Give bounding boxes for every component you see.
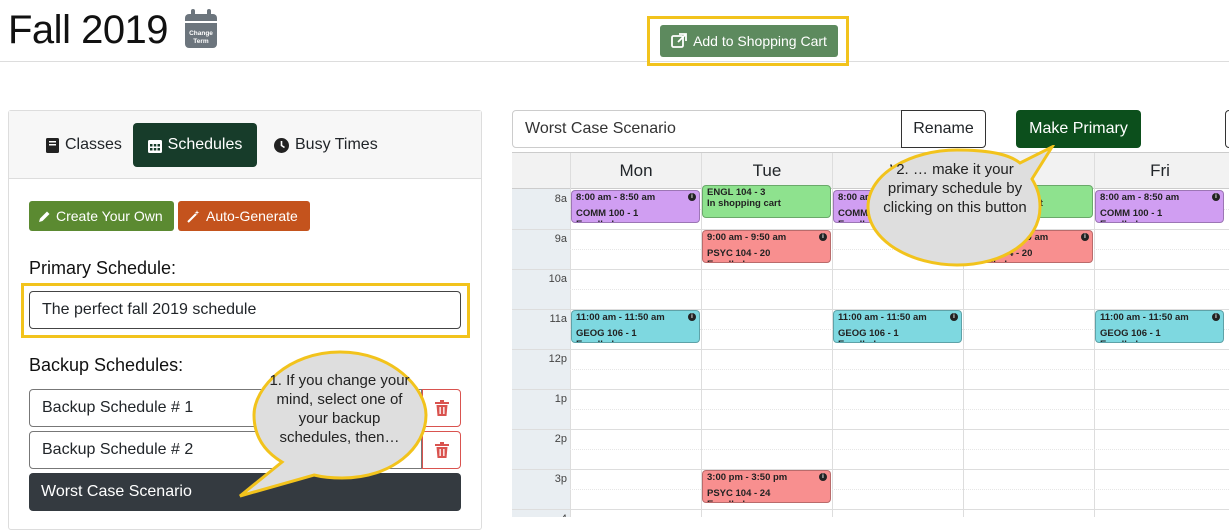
add-to-cart-label: Add to Shopping Cart bbox=[693, 33, 827, 49]
callout-text-left: 1. If you change your mind, select one o… bbox=[269, 372, 410, 446]
event-time: 11:00 am - 11:50 am bbox=[576, 312, 665, 323]
event-time: 3:00 pm - 3:50 pm bbox=[707, 472, 788, 483]
tab-schedules[interactable]: Schedules bbox=[133, 123, 257, 167]
tab-classes-label: Classes bbox=[65, 136, 122, 153]
class-event[interactable]: 11:00 am - 11:50 am GEOG 106 - 1Enrolled i bbox=[1095, 310, 1224, 343]
half-hour-gridline bbox=[570, 489, 1229, 490]
event-status: Enrolled bbox=[576, 339, 695, 342]
header-divider bbox=[0, 61, 1229, 62]
event-status: Enrolled bbox=[1100, 339, 1219, 342]
half-hour-gridline bbox=[570, 409, 1229, 410]
info-icon[interactable]: i bbox=[819, 233, 827, 241]
event-status: Enrolled bbox=[1100, 219, 1219, 222]
event-time: 11:00 am - 11:50 am bbox=[1100, 312, 1189, 323]
class-event[interactable]: 11:00 am - 11:50 am GEOG 106 - 1Enrolled i bbox=[571, 310, 700, 343]
hour-label: 12p bbox=[548, 353, 567, 365]
term-title: Fall 2019 bbox=[8, 8, 169, 52]
clock-icon bbox=[274, 137, 289, 153]
hour-label: 4 bbox=[512, 513, 570, 517]
change-term-text-line1: Change bbox=[189, 30, 213, 37]
magic-wand-icon bbox=[187, 210, 200, 223]
pencil-icon bbox=[39, 211, 50, 222]
backup-schedules-heading: Backup Schedules: bbox=[29, 355, 184, 375]
event-status: Enrolled bbox=[576, 219, 695, 222]
event-course: COMM 100 - 1 bbox=[576, 208, 639, 219]
create-your-own-label: Create Your Own bbox=[56, 208, 163, 224]
event-status: Enrolled bbox=[707, 259, 826, 262]
class-event[interactable]: 8:00 am - 8:50 am COMM 100 - 1Enrolled i bbox=[1095, 190, 1224, 223]
hour-label: 8a bbox=[554, 193, 567, 205]
hour-label: 1p bbox=[554, 393, 567, 405]
trash-icon bbox=[434, 442, 449, 458]
day-header: Mon bbox=[570, 153, 701, 189]
info-icon[interactable]: i bbox=[819, 473, 827, 481]
external-link-icon bbox=[671, 33, 687, 48]
trash-icon bbox=[434, 400, 449, 416]
create-your-own-button[interactable]: Create Your Own bbox=[29, 201, 174, 231]
add-to-cart-button[interactable]: Add to Shopping Cart bbox=[660, 25, 838, 57]
event-course: PSYC 104 - 24 bbox=[707, 488, 771, 499]
hour-label: 2p bbox=[554, 433, 567, 445]
half-hour-gridline bbox=[570, 449, 1229, 450]
rename-button[interactable]: Rename bbox=[901, 110, 986, 148]
calendar-change-icon: Change Term bbox=[185, 9, 217, 48]
tab-classes[interactable]: Classes bbox=[34, 123, 134, 167]
change-term-text-line2: Term bbox=[193, 38, 209, 45]
info-icon[interactable]: i bbox=[950, 313, 958, 321]
half-hour-gridline bbox=[570, 369, 1229, 370]
primary-schedule-item[interactable]: The perfect fall 2019 schedule bbox=[29, 291, 461, 329]
info-icon[interactable]: i bbox=[1212, 193, 1220, 201]
half-hour-gridline bbox=[570, 289, 1229, 290]
hour-gridline bbox=[512, 469, 1229, 470]
event-time: ENGL 104 - 3 bbox=[707, 187, 766, 198]
day-header: Fri bbox=[1094, 153, 1225, 189]
make-primary-button[interactable]: Make Primary bbox=[1016, 110, 1141, 148]
hour-gridline bbox=[512, 349, 1229, 350]
hour-label: 3p bbox=[554, 473, 567, 485]
event-course: COMM 100 - 1 bbox=[1100, 208, 1163, 219]
info-icon[interactable]: i bbox=[688, 193, 696, 201]
calendar-icon bbox=[147, 139, 162, 153]
extra-button-partial[interactable] bbox=[1225, 110, 1229, 148]
info-icon[interactable]: i bbox=[1081, 233, 1089, 241]
tab-schedules-label: Schedules bbox=[167, 136, 243, 153]
event-time: 8:00 am - 8:50 am bbox=[576, 192, 656, 203]
class-event[interactable]: 9:00 am - 9:50 am PSYC 104 - 20Enrolled i bbox=[702, 230, 831, 263]
primary-schedule-heading: Primary Schedule: bbox=[29, 258, 177, 278]
hour-gridline bbox=[512, 509, 1229, 510]
event-course: GEOG 106 - 1 bbox=[838, 328, 899, 339]
hour-gridline bbox=[512, 429, 1229, 430]
auto-generate-button[interactable]: Auto-Generate bbox=[178, 201, 310, 231]
day-divider bbox=[1094, 189, 1095, 517]
class-event[interactable]: 11:00 am - 11:50 am GEOG 106 - 1Enrolled i bbox=[833, 310, 962, 343]
event-status: Enrolled bbox=[838, 339, 957, 342]
tab-busy-times[interactable]: Busy Times bbox=[262, 123, 390, 167]
auto-generate-label: Auto-Generate bbox=[206, 208, 298, 224]
class-event[interactable]: 3:00 pm - 3:50 pm PSYC 104 - 24Enrolled i bbox=[702, 470, 831, 503]
class-event[interactable]: ENGL 104 - 3In shopping cart bbox=[702, 185, 831, 218]
event-time: 9:00 am - 9:50 am bbox=[707, 232, 787, 243]
day-divider bbox=[832, 189, 833, 517]
hour-gridline bbox=[512, 389, 1229, 390]
hour-label: 9a bbox=[554, 233, 567, 245]
day-header: Tue bbox=[701, 153, 832, 189]
hour-label: 10a bbox=[548, 273, 567, 285]
day-divider bbox=[570, 189, 571, 517]
schedule-name-field[interactable]: Worst Case Scenario bbox=[512, 110, 902, 148]
book-icon bbox=[46, 137, 59, 153]
change-term-button[interactable]: Change Term bbox=[184, 8, 218, 49]
info-icon[interactable]: i bbox=[1212, 313, 1220, 321]
event-course: GEOG 106 - 1 bbox=[1100, 328, 1161, 339]
class-event[interactable]: 8:00 am - 8:50 am COMM 100 - 1Enrolled i bbox=[571, 190, 700, 223]
event-status: Enrolled bbox=[707, 499, 826, 502]
callout-text-right: 2. … make it your primary schedule by cl… bbox=[883, 161, 1027, 216]
event-course: GEOG 106 - 1 bbox=[576, 328, 637, 339]
hour-label: 11a bbox=[549, 313, 567, 325]
event-time: 8:00 am - 8:50 am bbox=[1100, 192, 1180, 203]
event-course: In shopping cart bbox=[707, 198, 781, 209]
event-course: PSYC 104 - 20 bbox=[707, 248, 771, 259]
info-icon[interactable]: i bbox=[688, 313, 696, 321]
event-time: 11:00 am - 11:50 am bbox=[838, 312, 927, 323]
tab-busy-times-label: Busy Times bbox=[295, 136, 378, 153]
